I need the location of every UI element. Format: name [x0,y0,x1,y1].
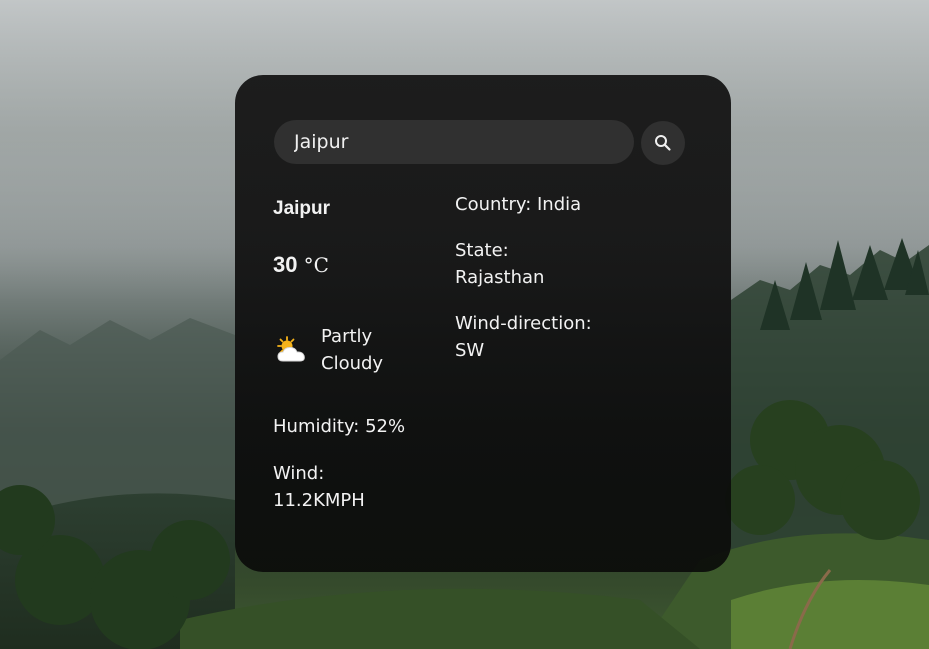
wind-direction-value: SW [455,340,485,361]
search-icon [655,135,671,151]
weather-card: Jaipur 30 °C Partly Cloudy [235,75,731,572]
temperature: 30 °C [273,252,329,278]
condition-label: Partly Cloudy [321,326,384,374]
city-search-input[interactable] [274,120,634,164]
partly-cloudy-icon [277,336,305,362]
temperature-unit: °C [303,253,329,277]
humidity: Humidity: 52% [273,416,406,437]
wind-direction-label: Wind-direction: [455,313,592,334]
wind-label: Wind: [273,463,325,484]
city-name: Jaipur [273,198,331,219]
state: State: Rajasthan [455,237,544,291]
wind-speed: Wind: 11.2KMPH [273,460,365,514]
weather-condition: Partly Cloudy [273,323,421,377]
search-button[interactable] [641,121,685,165]
background-scene: Jaipur 30 °C Partly Cloudy [0,0,929,649]
temperature-value: 30 [273,252,298,277]
wind-value: 11.2KMPH [273,490,365,511]
state-label: State: [455,240,509,261]
country: Country: India [455,194,582,215]
wind-direction: Wind-direction: SW [455,310,592,364]
state-value: Rajasthan [455,267,545,288]
